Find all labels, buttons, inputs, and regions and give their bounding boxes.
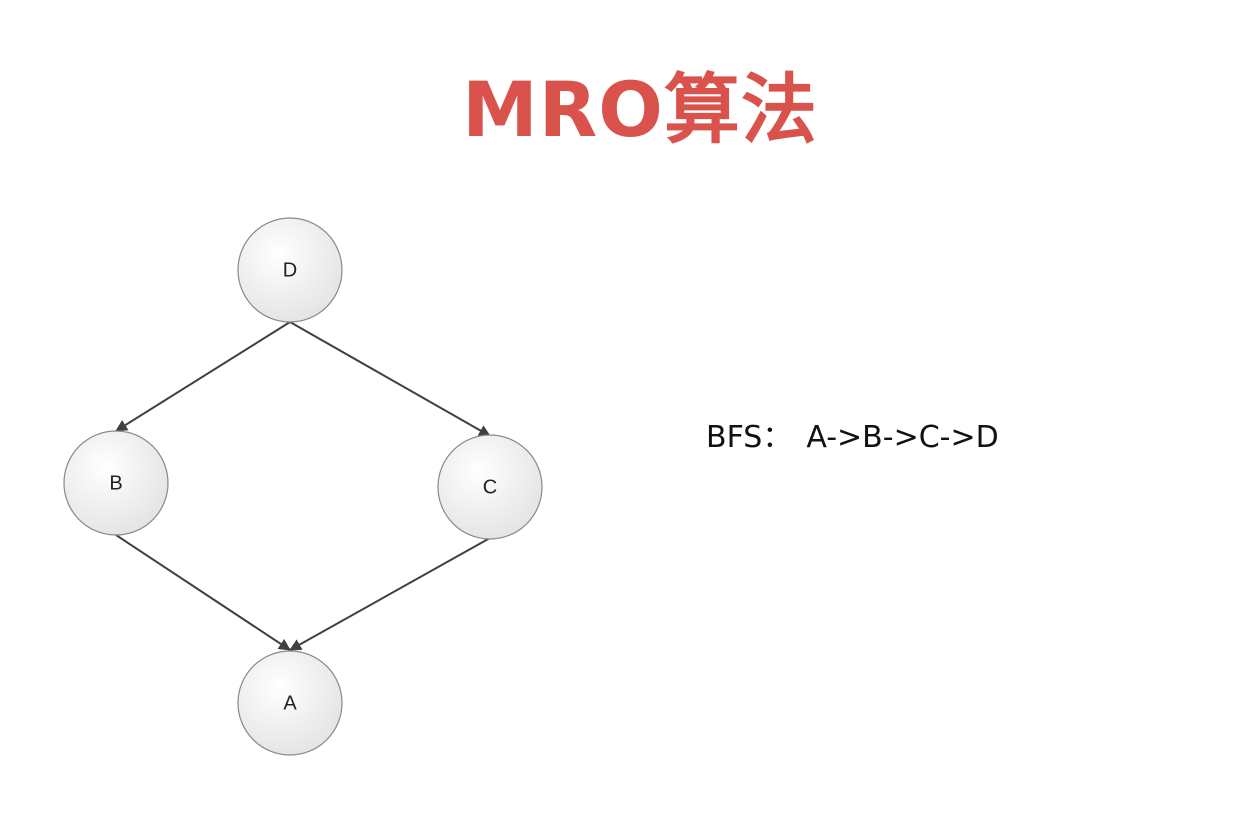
bfs-order: A->B->C->D — [806, 420, 999, 455]
node-a-label: A — [283, 692, 297, 714]
edge-c-to-a — [289, 537, 491, 651]
node-d-label: D — [283, 259, 297, 281]
node-c: C — [437, 434, 543, 540]
node-b-label: B — [109, 472, 122, 494]
bfs-label: BFS： — [706, 420, 793, 455]
inheritance-diagram: D B C A — [63, 217, 543, 756]
node-a: A — [237, 650, 343, 756]
node-b: B — [63, 430, 169, 536]
edge-d-to-c — [289, 321, 491, 437]
edge-d-to-b — [115, 321, 291, 432]
bfs-order-text: BFS： A->B->C->D — [706, 418, 999, 458]
node-d: D — [237, 217, 343, 323]
node-c-label: C — [483, 476, 497, 498]
edge-b-to-a — [115, 534, 291, 651]
